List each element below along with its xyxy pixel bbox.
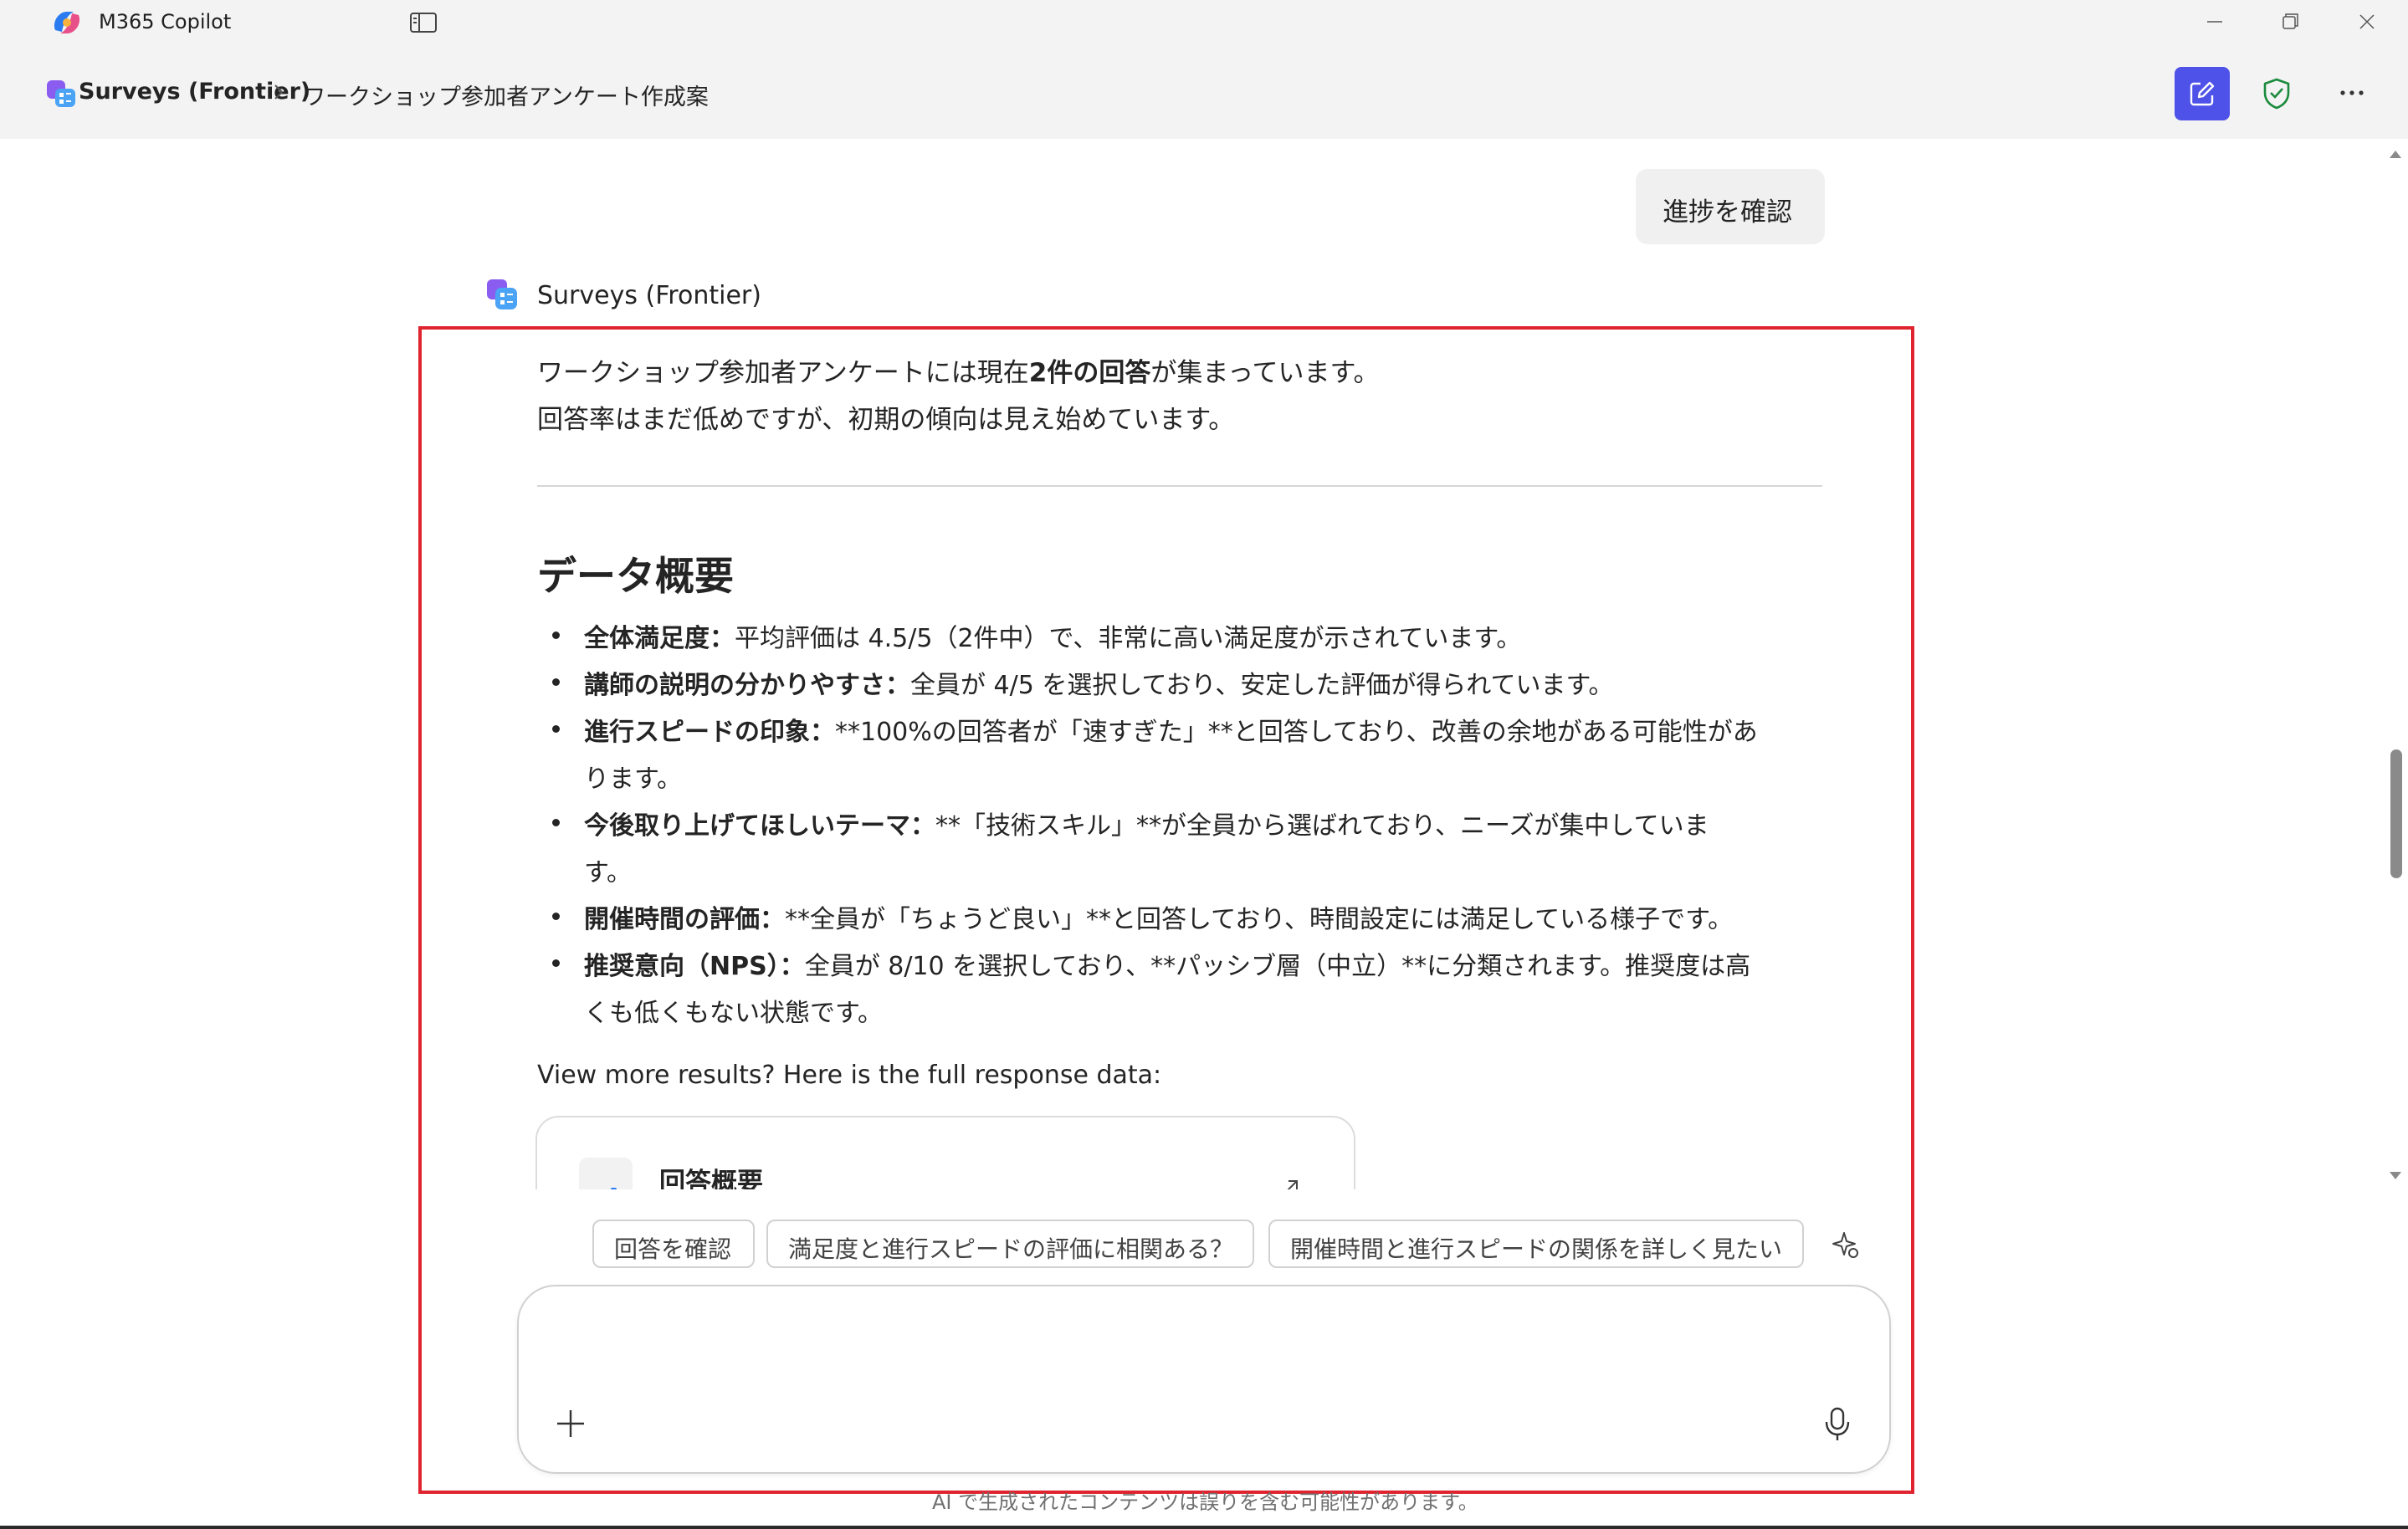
user-message-text: 進捗を確認 [1663, 197, 1792, 228]
minimize-icon[interactable] [2195, 7, 2234, 37]
bot-avatar-icon [487, 279, 517, 309]
sidebar-toggle-icon[interactable] [408, 10, 438, 35]
more-options-icon[interactable] [2333, 75, 2371, 110]
title-bar: M365 Copilot [0, 0, 2408, 45]
new-chat-icon [2190, 81, 2215, 106]
scroll-up-arrow-icon[interactable] [2388, 147, 2403, 161]
copilot-logo-icon [54, 12, 80, 33]
shield-check-icon[interactable] [2259, 75, 2294, 112]
surveys-agent-icon [47, 80, 75, 107]
user-message-bubble: 進捗を確認 [1636, 169, 1825, 244]
new-chat-button[interactable] [2175, 67, 2230, 120]
restore-icon[interactable] [2271, 7, 2309, 37]
ai-disclaimer: AI で生成されたコンテンツは誤りを含む可能性があります。 [932, 1491, 1478, 1514]
scrollbar-thumb[interactable] [2390, 749, 2402, 878]
chat-header: Surveys (Frontier) ワークショップ参加者アンケート作成案 [0, 45, 2408, 139]
highlight-annotation-box [418, 326, 1914, 1494]
window-bottom-border [0, 1526, 2408, 1529]
app-title: M365 Copilot [99, 10, 232, 33]
close-icon[interactable] [2348, 7, 2386, 37]
bot-name: Surveys (Frontier) [537, 281, 761, 310]
chevron-right-icon [274, 84, 284, 100]
breadcrumb-chat-title: ワークショップ参加者アンケート作成案 [303, 84, 709, 110]
scroll-down-arrow-icon[interactable] [2388, 1169, 2403, 1183]
